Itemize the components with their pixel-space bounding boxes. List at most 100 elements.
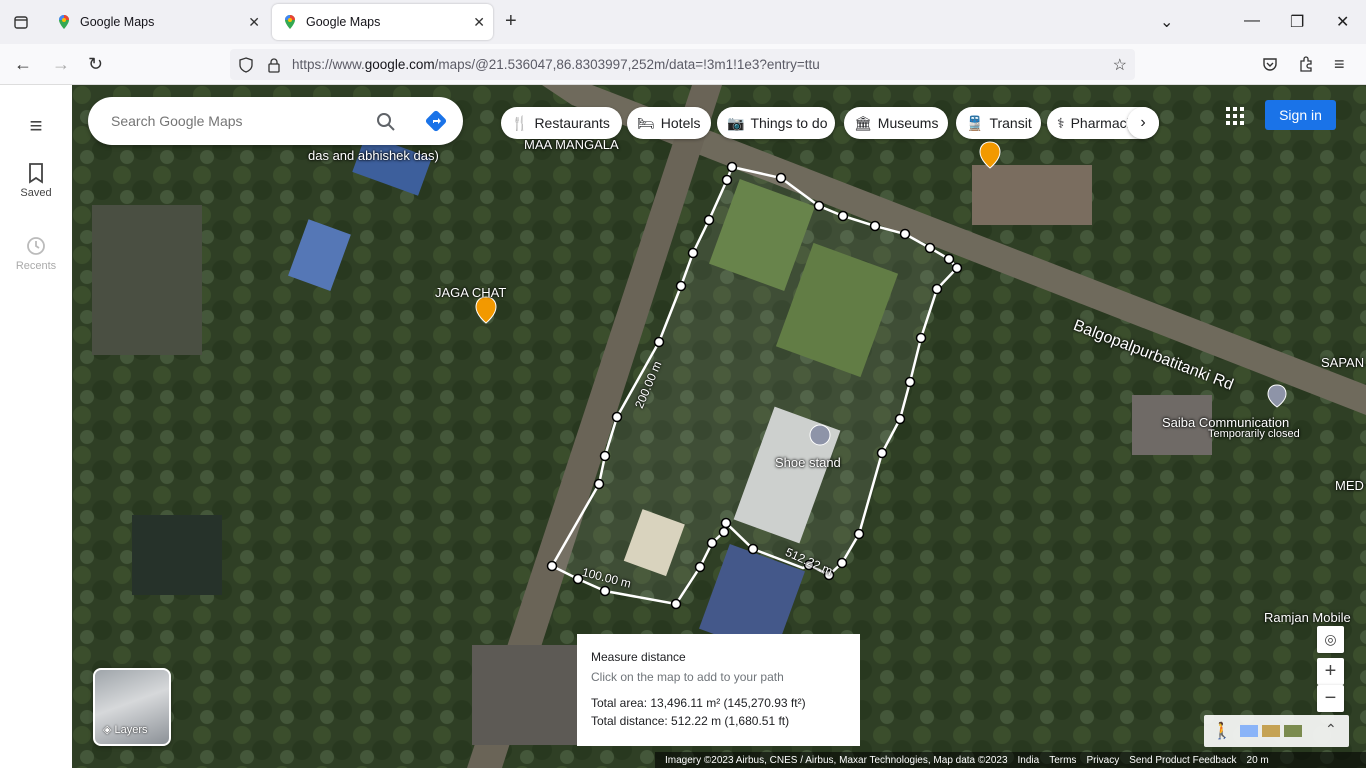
minus-icon: − <box>1324 687 1337 709</box>
camera-icon: 📷 <box>727 114 745 131</box>
pharmacy-icon: ⚕ <box>1057 114 1065 131</box>
tab-close-icon[interactable]: ✕ <box>473 14 485 31</box>
layers-label: ◈ Layers <box>103 723 148 736</box>
search-box[interactable] <box>88 97 463 145</box>
directions-icon[interactable] <box>425 110 447 132</box>
street-view-bar: 🚶 ⌃ <box>1204 715 1349 747</box>
location-target-icon: ◎ <box>1324 631 1337 647</box>
chip-label: Transit <box>989 115 1032 131</box>
google-maps-pin-icon <box>59 15 69 29</box>
new-tab-icon[interactable]: + <box>505 10 517 33</box>
fork-knife-icon: 🍴 <box>511 114 529 131</box>
search-input[interactable] <box>111 113 361 129</box>
chip-hotels[interactable]: 🛏 Hotels <box>627 107 711 139</box>
footer-privacy[interactable]: Privacy <box>1086 755 1119 766</box>
chip-museums[interactable]: 🏛 Museums <box>844 107 948 139</box>
tab-close-icon[interactable]: ✕ <box>248 14 260 31</box>
map-label-med[interactable]: MED <box>1335 478 1364 493</box>
chip-label: Things to do <box>750 115 828 131</box>
bookmark-star-icon[interactable]: ☆ <box>1113 55 1127 75</box>
search-icon[interactable] <box>376 112 396 132</box>
zoom-out-button[interactable]: − <box>1317 685 1344 712</box>
footer-feedback[interactable]: Send Product Feedback <box>1129 755 1236 766</box>
imagery-thumb-icon[interactable] <box>1240 725 1258 737</box>
map-label-saiba-status: Temporarily closed <box>1208 428 1300 440</box>
url-prefix: https://www. <box>292 57 365 72</box>
bed-icon: 🛏 <box>637 114 655 131</box>
recents-label: Recents <box>15 260 57 272</box>
chip-label: Hotels <box>660 115 701 131</box>
history-icon <box>27 237 45 255</box>
map-label-sapan[interactable]: SAPAN <box>1321 355 1364 370</box>
layers-icon: ◈ <box>103 724 112 736</box>
recents-button[interactable]: Recents <box>0 235 72 272</box>
train-icon: 🚆 <box>966 114 984 131</box>
measure-title: Measure distance <box>591 650 686 664</box>
lock-icon <box>268 57 280 73</box>
chip-transit[interactable]: 🚆 Transit <box>956 107 1041 139</box>
browser-nav-bar: ← → ↻ https://www.google.com/maps/@21.53… <box>0 44 1366 85</box>
measure-hint: Click on the map to add to your path <box>591 670 784 684</box>
imagery-thumb-icon[interactable] <box>1284 725 1302 737</box>
chevron-right-icon: › <box>1140 114 1146 131</box>
temple-pin-icon[interactable] <box>809 424 831 446</box>
hamburger-menu-icon[interactable]: ≡ <box>0 113 72 139</box>
url-path: /maps/@21.536047,86.8303997,252m/data=!3… <box>434 57 820 72</box>
chip-label: Restaurants <box>534 115 610 131</box>
pocket-icon[interactable] <box>1262 56 1278 72</box>
restore-icon[interactable]: ❐ <box>1290 12 1304 32</box>
chips-scroll-right-button[interactable]: › <box>1127 107 1159 139</box>
forward-icon[interactable]: → <box>52 54 70 75</box>
scale-label[interactable]: 20 m <box>1247 755 1269 766</box>
my-location-button[interactable]: ◎ <box>1317 626 1344 653</box>
maps-sidebar: ≡ Saved Recents <box>0 85 72 768</box>
sign-in-button[interactable]: Sign in <box>1265 100 1336 130</box>
chevron-up-icon[interactable]: ⌃ <box>1325 721 1337 738</box>
tab-list-button[interactable] <box>0 0 42 44</box>
plus-icon: + <box>1324 660 1337 682</box>
chevron-down-icon[interactable]: ⌄ <box>1160 12 1173 32</box>
google-maps-pin-icon <box>285 15 295 29</box>
map-label-maa-mangala[interactable]: MAA MANGALA <box>524 137 619 152</box>
tab-google-maps-1[interactable]: Google Maps ✕ <box>46 4 268 40</box>
saved-button[interactable]: Saved <box>0 162 72 199</box>
browser-tab-bar: Google Maps ✕ Google Maps ✕ + ⌄ — ❐ ✕ <box>0 0 1366 44</box>
layers-button[interactable]: ◈ Layers <box>93 668 171 746</box>
tab-google-maps-2[interactable]: Google Maps ✕ <box>272 4 493 40</box>
shield-icon <box>239 56 253 73</box>
total-distance: Total distance: 512.22 m (1,680.51 ft) <box>591 714 790 728</box>
chip-label: Museums <box>877 115 939 131</box>
footer-terms[interactable]: Terms <box>1049 755 1076 766</box>
map-label-ramjan[interactable]: Ramjan Mobile <box>1264 610 1351 625</box>
back-icon[interactable]: ← <box>14 54 32 75</box>
zoom-in-button[interactable]: + <box>1317 658 1344 685</box>
bookmark-icon <box>29 163 43 184</box>
chip-restaurants[interactable]: 🍴 Restaurants <box>501 107 622 139</box>
map-label-shoe-stand[interactable]: Shoe stand <box>775 455 841 470</box>
saved-label: Saved <box>20 187 52 199</box>
window-close-icon[interactable]: ✕ <box>1336 12 1349 32</box>
url-text: https://www.google.com/maps/@21.536047,8… <box>292 57 820 72</box>
imagery-credit: Imagery ©2023 Airbus, CNES / Airbus, Max… <box>665 754 1008 766</box>
google-apps-icon[interactable] <box>1226 107 1244 125</box>
layers-text: Layers <box>114 724 148 736</box>
reload-icon[interactable]: ↻ <box>88 54 103 75</box>
pegman-icon[interactable]: 🚶 <box>1212 721 1232 741</box>
url-host: google.com <box>364 57 435 72</box>
map-footer: Imagery ©2023 Airbus, CNES / Airbus, Max… <box>655 752 1366 768</box>
satellite-map[interactable]: MAA MANGALA das and abhishek das) JAGA C… <box>72 85 1366 768</box>
imagery-thumb-icon[interactable] <box>1262 725 1280 737</box>
measure-distance-panel: Measure distance Click on the map to add… <box>577 634 860 746</box>
extensions-icon[interactable] <box>1298 56 1314 72</box>
museum-icon: 🏛 <box>854 114 872 131</box>
total-area: Total area: 13,496.11 m² (145,270.93 ft²… <box>591 696 806 710</box>
minimize-icon[interactable]: — <box>1244 12 1260 30</box>
chip-things-to-do[interactable]: 📷 Things to do <box>717 107 835 139</box>
address-bar[interactable]: https://www.google.com/maps/@21.536047,8… <box>230 49 1135 80</box>
map-label-jaga-chat[interactable]: JAGA CHAT <box>435 285 506 300</box>
footer-india[interactable]: India <box>1018 755 1040 766</box>
map-label-das-abhishek[interactable]: das and abhishek das) <box>308 148 439 163</box>
tab-list-icon <box>14 16 28 29</box>
tab-title: Google Maps <box>306 15 381 29</box>
menu-icon[interactable]: ≡ <box>1334 54 1345 75</box>
